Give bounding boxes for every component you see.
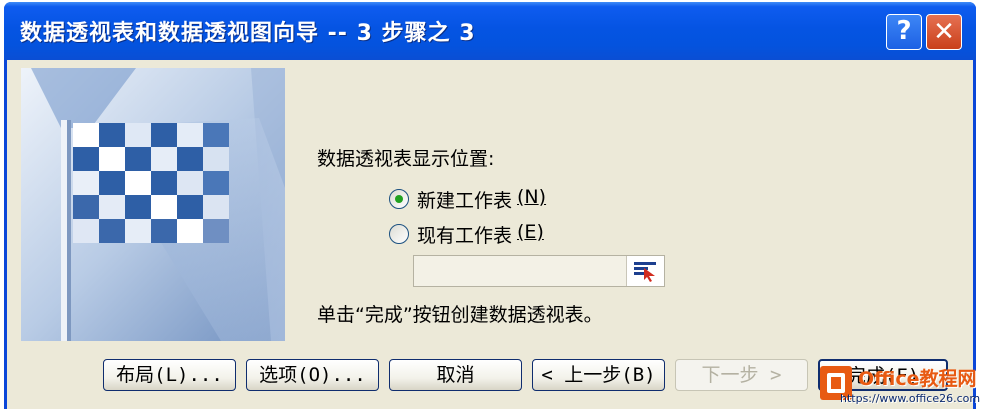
mnemonic-e: E <box>524 221 537 243</box>
wizard-banner-image <box>21 68 285 341</box>
cancel-button[interactable]: 取消 <box>389 359 522 391</box>
range-select-icon <box>634 262 656 282</box>
next-button: 下一步 > <box>675 359 808 391</box>
watermark-url: https://www.office26.com <box>840 392 981 405</box>
layout-button[interactable]: 布局(L)... <box>103 359 236 391</box>
window-title: 数据透视表和数据透视图向导 -- 3 步骤之 3 <box>20 21 476 46</box>
close-button[interactable]: ✕ <box>926 14 962 50</box>
title-bar[interactable]: 数据透视表和数据透视图向导 -- 3 步骤之 3 ? ✕ <box>4 2 976 60</box>
help-button[interactable]: ? <box>886 14 922 50</box>
options-button[interactable]: 选项(O)... <box>246 359 379 391</box>
radio-selected-dot <box>395 195 403 203</box>
watermark-brand: Office教程网 <box>858 368 977 390</box>
wizard-dialog: 数据透视表和数据透视图向导 -- 3 步骤之 3 ? ✕ 数据透视表显示位置: … <box>4 2 976 409</box>
dialog-body: 数据透视表显示位置: 新建工作表 (N) 现有工作表 (E) 单击“完成”按钮创… <box>7 60 973 409</box>
radio-new-sheet-button[interactable] <box>389 189 409 209</box>
back-button[interactable]: < 上一步(B) <box>532 359 665 391</box>
radio-new-sheet-mnemonic: (N) <box>517 186 547 208</box>
mnemonic-n: N <box>524 186 539 208</box>
instruction-text: 单击“完成”按钮创建数据透视表。 <box>317 304 603 326</box>
collapse-dialog-button[interactable] <box>626 256 664 286</box>
radio-existing-sheet-mnemonic: (E) <box>517 221 544 243</box>
checkered-flag-icon <box>21 68 285 341</box>
site-watermark: Office教程网 https://www.office26.com <box>818 362 981 410</box>
location-label: 数据透视表显示位置: <box>317 148 495 170</box>
radio-existing-sheet-button[interactable] <box>389 224 409 244</box>
radio-new-sheet-label[interactable]: 新建工作表 <box>417 186 512 213</box>
radio-existing-sheet-label[interactable]: 现有工作表 <box>417 221 512 248</box>
